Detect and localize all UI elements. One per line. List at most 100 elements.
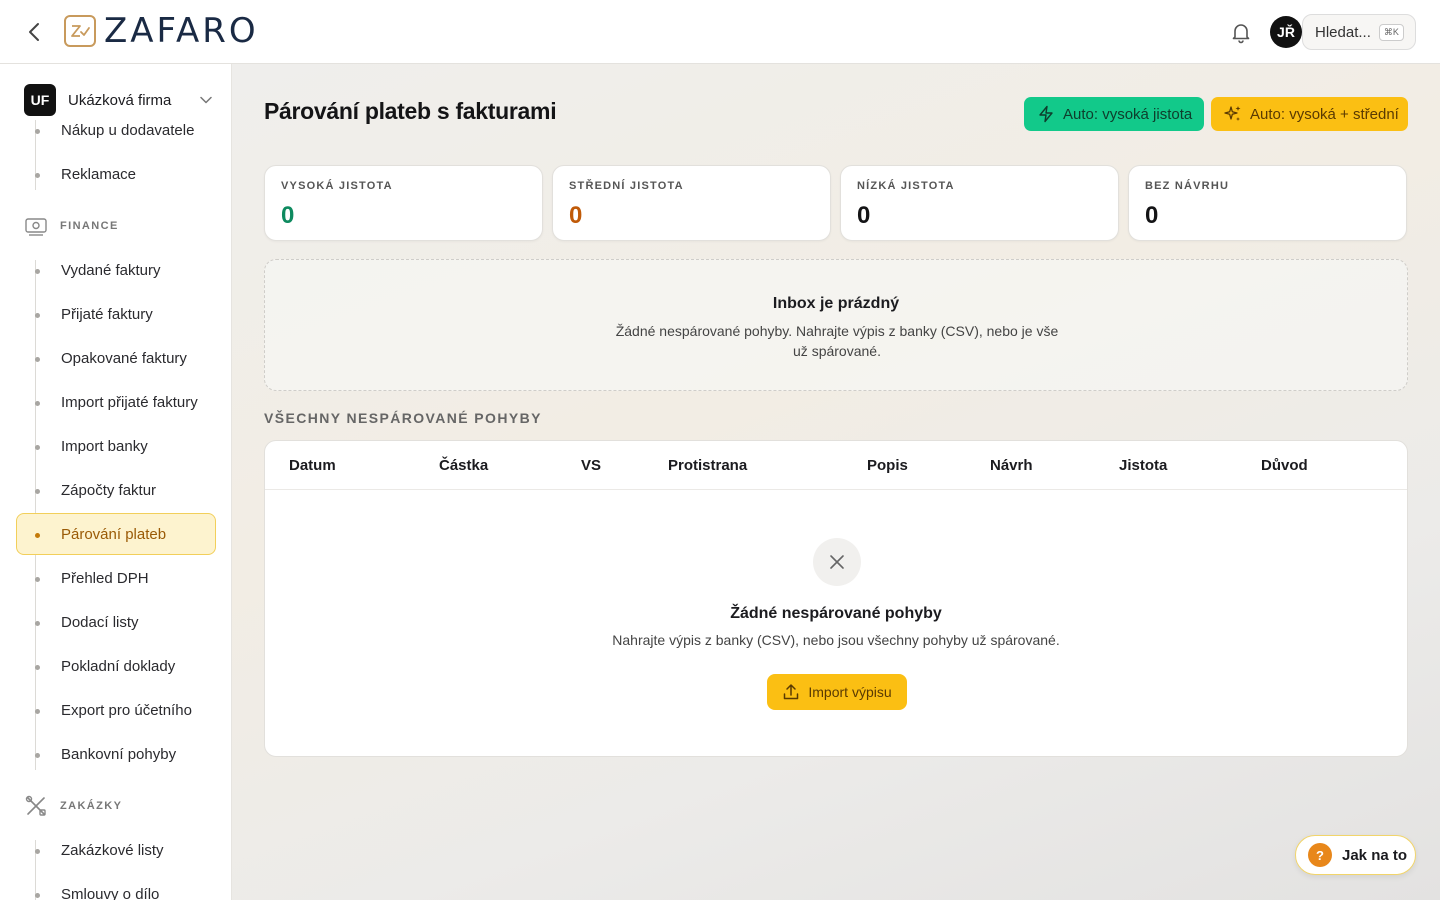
nav-dot <box>35 893 40 898</box>
nav-dot <box>35 577 40 582</box>
nav-dot <box>35 849 40 854</box>
sidebar-item-parovani-plateb[interactable]: Párování plateb <box>16 513 216 555</box>
search-shortcut-badge: ⌘K <box>1378 23 1404 41</box>
section-zakazky: ZAKÁZKY <box>24 794 122 818</box>
help-label: Jak na to <box>1342 846 1408 864</box>
sidebar-item-prehled-dph[interactable]: Přehled DPH <box>16 558 216 598</box>
sidebar-item-prijate-faktury[interactable]: Přijaté faktury <box>16 294 216 334</box>
import-statement-label: Import výpisu <box>808 684 892 700</box>
tools-icon <box>24 794 48 818</box>
stat-value: 0 <box>1145 202 1159 229</box>
stat-label: VYSOKÁ JISTOTA <box>281 180 393 192</box>
column-header-protistrana[interactable]: Protistrana <box>668 457 747 474</box>
app-logo[interactable]: ZAFARO <box>64 14 259 48</box>
nav-dot <box>35 173 40 178</box>
auto-high-confidence-button[interactable]: Auto: vysoká jistota <box>1024 97 1204 131</box>
help-button[interactable]: ? Jak na to <box>1295 835 1416 875</box>
empty-state-text: Nahrajte výpis z banky (CSV), nebo jsou … <box>612 632 1060 648</box>
nav-dot <box>35 401 40 406</box>
nav-dot <box>35 533 40 538</box>
sidebar-item-label: Export pro účetního <box>61 701 192 719</box>
notifications-bell-icon[interactable] <box>1229 20 1253 44</box>
sidebar-item-bankovni-pohyby[interactable]: Bankovní pohyby <box>16 734 216 774</box>
auto-high-medium-button[interactable]: Auto: vysoká + střední <box>1211 97 1408 131</box>
column-header-datum[interactable]: Datum <box>289 457 336 474</box>
nav-dot <box>35 621 40 626</box>
unmatched-section-label: VŠECHNY NESPÁROVANÉ POHYBY <box>264 410 542 426</box>
sidebar-item-opakovane-faktury[interactable]: Opakované faktury <box>16 338 216 378</box>
sidebar-item-label: Nákup u dodavatele <box>61 121 195 139</box>
nav-dot <box>35 129 40 134</box>
user-avatar[interactable]: JŘ <box>1270 16 1302 48</box>
column-header-castka[interactable]: Částka <box>439 457 488 474</box>
sidebar-item-label: Bankovní pohyby <box>61 745 177 763</box>
stat-value: 0 <box>569 202 583 229</box>
sidebar-item-zapocty-faktur[interactable]: Zápočty faktur <box>16 470 216 510</box>
sidebar-item-reklamace[interactable]: Reklamace <box>16 154 216 194</box>
sidebar-item-label: Import banky <box>61 437 148 455</box>
sparkles-icon <box>1224 106 1241 121</box>
auto-high-label: Auto: vysoká jistota <box>1063 105 1193 123</box>
column-header-duvod[interactable]: Důvod <box>1261 457 1308 474</box>
chevron-down-icon <box>200 96 212 104</box>
stat-card-high: VYSOKÁ JISTOTA 0 <box>264 165 543 241</box>
sidebar: UF Ukázková firma Nákup u dodavatele Rek… <box>0 64 232 900</box>
company-name: Ukázková firma <box>68 91 172 109</box>
stat-value: 0 <box>281 202 295 229</box>
sidebar-item-label: Reklamace <box>61 165 137 183</box>
inbox-title: Inbox je prázdný <box>772 295 900 312</box>
import-statement-button[interactable]: Import výpisu <box>767 674 907 710</box>
sidebar-item-label: Dodací listy <box>61 613 139 631</box>
empty-state-title: Žádné nespárované pohyby <box>730 605 942 622</box>
sidebar-item-label: Vydané faktury <box>61 261 161 279</box>
stat-label: STŘEDNÍ JISTOTA <box>569 180 684 192</box>
search-button[interactable]: Hledat... ⌘K <box>1302 14 1416 50</box>
sidebar-item-export-pro-ucetniho[interactable]: Export pro účetního <box>16 690 216 730</box>
nav-dot <box>35 269 40 274</box>
search-label: Hledat... <box>1315 23 1371 41</box>
stat-card-medium: STŘEDNÍ JISTOTA 0 <box>552 165 831 241</box>
stat-value: 0 <box>857 202 871 229</box>
back-button[interactable] <box>22 20 46 44</box>
column-header-jistota[interactable]: Jistota <box>1119 457 1167 474</box>
upload-icon <box>784 684 799 700</box>
stat-card-low: NÍZKÁ JISTOTA 0 <box>840 165 1119 241</box>
section-finance-label: FINANCE <box>60 220 119 232</box>
nav-dot <box>35 445 40 450</box>
inbox-text: Žádné nespárované pohyby. Nahrajte výpis… <box>615 323 1059 359</box>
sidebar-item-label: Opakované faktury <box>61 349 187 367</box>
nav-dot <box>35 313 40 318</box>
logo-text: ZAFARO <box>104 11 259 51</box>
column-header-vs[interactable]: VS <box>581 457 601 474</box>
sidebar-item-label: Párování plateb <box>61 525 167 543</box>
section-finance: FINANCE <box>24 214 119 238</box>
sidebar-item-label: Smlouvy o dílo <box>61 885 160 900</box>
empty-state-close-icon <box>813 538 861 586</box>
sidebar-item-vydane-faktury[interactable]: Vydané faktury <box>16 250 216 290</box>
sidebar-item-nakup[interactable]: Nákup u dodavatele <box>16 110 216 150</box>
sidebar-item-label: Import přijaté faktury <box>61 393 198 411</box>
column-header-popis[interactable]: Popis <box>867 457 908 474</box>
sidebar-item-dodaci-listy[interactable]: Dodací listy <box>16 602 216 642</box>
page-title: Párování plateb s fakturami <box>264 98 557 124</box>
sidebar-item-zakazkove-listy[interactable]: Zakázkové listy <box>16 830 216 870</box>
sidebar-item-smlouvy-o-dilo[interactable]: Smlouvy o dílo <box>16 874 216 900</box>
stat-card-no-suggestion: BEZ NÁVRHU 0 <box>1128 165 1407 241</box>
auto-mid-label: Auto: vysoká + střední <box>1250 105 1399 123</box>
inbox-empty-panel: Inbox je prázdný Žádné nespárované pohyb… <box>264 259 1408 391</box>
sidebar-item-label: Zakázkové listy <box>61 841 164 859</box>
nav-dot <box>35 489 40 494</box>
nav-dot <box>35 709 40 714</box>
column-header-navrh[interactable]: Návrh <box>990 457 1033 474</box>
table-header: Datum Částka VS Protistrana Popis Návrh … <box>265 441 1407 490</box>
nav-dot <box>35 665 40 670</box>
section-zakazky-label: ZAKÁZKY <box>60 800 123 812</box>
sidebar-item-import-prijate-faktury[interactable]: Import přijaté faktury <box>16 382 216 422</box>
sidebar-item-label: Zápočty faktur <box>61 481 157 499</box>
sidebar-item-label: Pokladní doklady <box>61 657 176 675</box>
unmatched-table: Datum Částka VS Protistrana Popis Návrh … <box>264 440 1408 757</box>
main-content: Párování plateb s fakturami Auto: vysoká… <box>232 64 1440 900</box>
nav-dot <box>35 357 40 362</box>
sidebar-item-pokladni-doklady[interactable]: Pokladní doklady <box>16 646 216 686</box>
sidebar-item-import-banky[interactable]: Import banky <box>16 426 216 466</box>
